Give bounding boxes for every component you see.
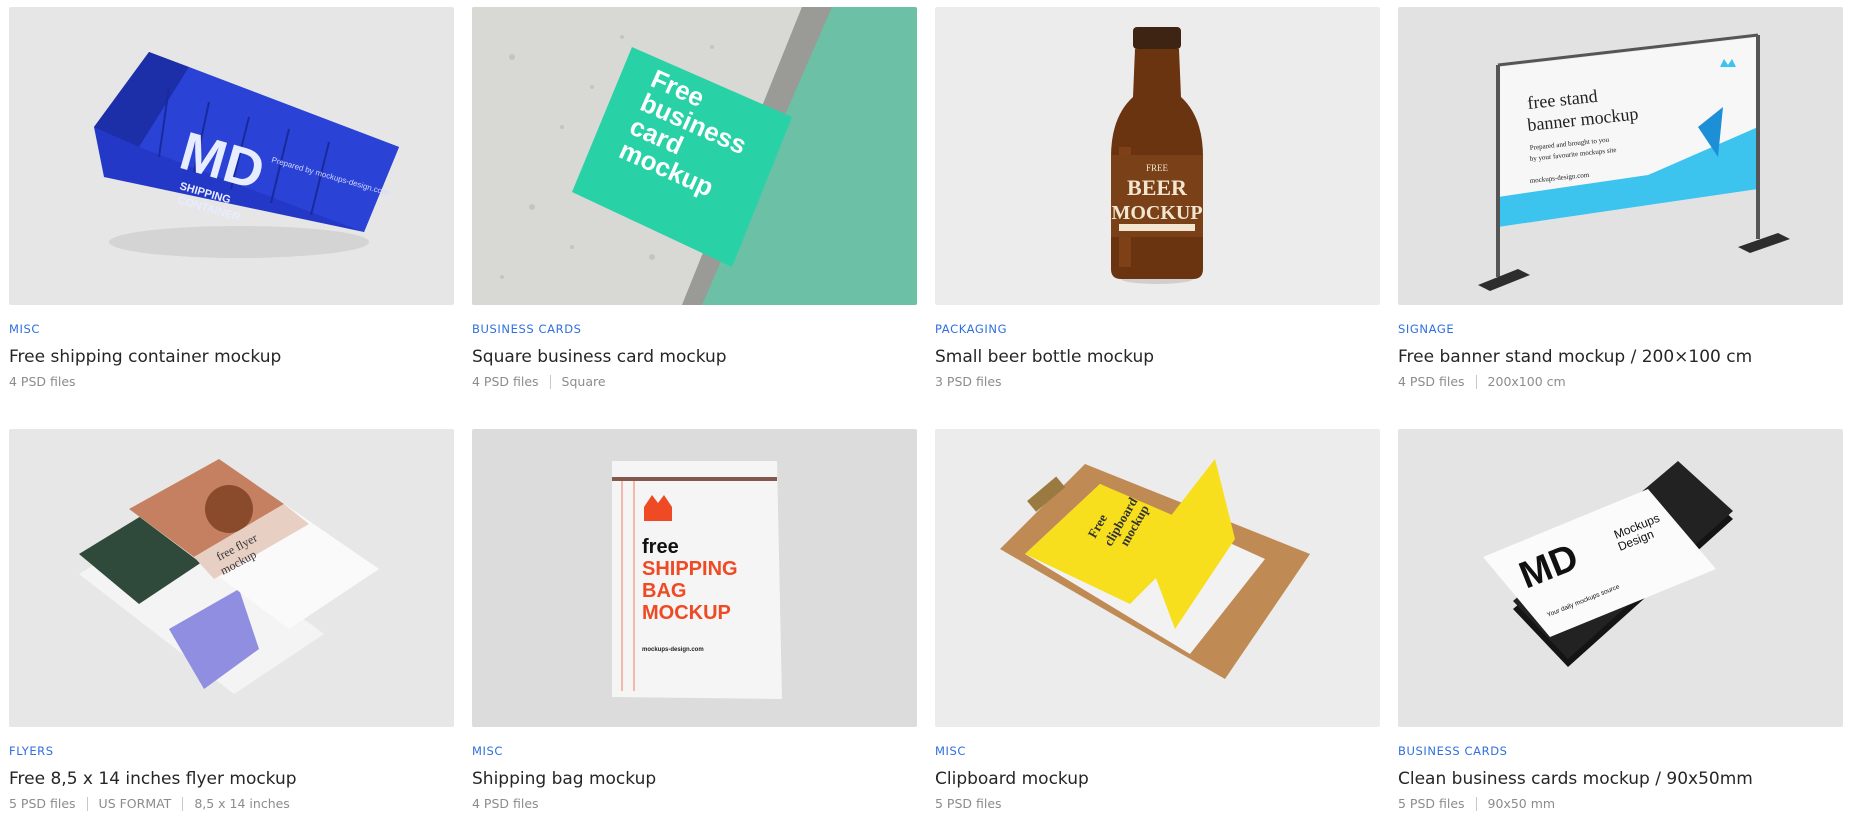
flyer-image: free flyer mockup [79,459,379,694]
meta-divider [549,375,551,389]
svg-text:BEER: BEER [1127,175,1188,200]
file-count: 4 PSD files [1398,374,1465,389]
meta-divider [86,797,88,811]
card-title[interactable]: Free shipping container mockup [9,346,454,368]
mockup-grid: MD SHIPPING CONTAINER Prepared by mockup… [9,7,1845,812]
mockup-card[interactable]: free SHIPPING BAG MOCKUP mockups-design.… [472,429,917,812]
mockup-card[interactable]: FREE BEER MOCKUP PACKAGING Small beer bo… [935,7,1380,390]
beer-bottle-image: FREE BEER MOCKUP [1111,27,1203,284]
meta-divider [1475,375,1477,389]
card-category[interactable]: BUSINESS CARDS [1398,744,1843,758]
card-thumbnail[interactable]: MD Mockups Design Your daily mockups sou… [1398,429,1843,727]
card-meta: 5 PSD files US FORMAT 8,5 x 14 inches [9,796,454,812]
meta-divider [182,797,184,811]
file-count: 4 PSD files [9,374,76,389]
mockup-card[interactable]: free stand banner mockup Prepared and br… [1398,7,1843,390]
svg-text:mockups-design.com: mockups-design.com [642,647,704,653]
card-title[interactable]: Clean business cards mockup / 90x50mm [1398,768,1843,790]
file-count: 3 PSD files [935,374,1002,389]
meta-tag: 90x50 mm [1487,796,1556,811]
svg-text:MOCKUP: MOCKUP [642,602,731,624]
card-meta: 5 PSD files [935,796,1380,812]
svg-text:MOCKUP: MOCKUP [1111,202,1202,224]
svg-text:SHIPPING: SHIPPING [642,558,738,580]
mockup-card[interactable]: free flyer mockup FLYERS Free 8,5 x 14 i… [9,429,454,812]
svg-text:free: free [642,536,679,558]
svg-text:BAG: BAG [642,580,686,602]
shipping-container-image: MD SHIPPING CONTAINER Prepared by mockup… [94,52,399,258]
mockup-card[interactable]: Free business card mockup BUSINESS CARDS… [472,7,917,390]
card-category[interactable]: SIGNAGE [1398,322,1843,336]
mockup-card[interactable]: Free clipboard mockup MISC Clipboard moc… [935,429,1380,812]
card-title[interactable]: Shipping bag mockup [472,768,917,790]
card-title[interactable]: Free 8,5 x 14 inches flyer mockup [9,768,454,790]
meta-tag: US FORMAT [98,796,172,811]
file-count: 5 PSD files [935,796,1002,811]
card-meta: 4 PSD files 200x100 cm [1398,374,1843,390]
file-count: 5 PSD files [1398,796,1465,811]
card-thumbnail[interactable]: Free clipboard mockup [935,429,1380,727]
card-meta: 4 PSD files [9,374,454,390]
shipping-bag-image: free SHIPPING BAG MOCKUP mockups-design.… [612,461,782,699]
card-thumbnail[interactable]: free flyer mockup [9,429,454,727]
clipboard-image: Free clipboard mockup [1000,459,1310,679]
meta-tag: Square [561,374,606,389]
card-title[interactable]: Small beer bottle mockup [935,346,1380,368]
card-meta: 4 PSD files [472,796,917,812]
file-count: 4 PSD files [472,796,539,811]
card-meta: 5 PSD files 90x50 mm [1398,796,1843,812]
card-category[interactable]: MISC [935,744,1380,758]
file-count: 5 PSD files [9,796,76,811]
mockup-card[interactable]: MD SHIPPING CONTAINER Prepared by mockup… [9,7,454,390]
card-title[interactable]: Free banner stand mockup / 200×100 cm [1398,346,1843,368]
card-category[interactable]: BUSINESS CARDS [472,322,917,336]
card-category[interactable]: PACKAGING [935,322,1380,336]
meta-tag: 200x100 cm [1487,374,1566,389]
business-card-image: Free business card mockup [472,7,917,305]
card-thumbnail[interactable]: free SHIPPING BAG MOCKUP mockups-design.… [472,429,917,727]
card-thumbnail[interactable]: Free business card mockup [472,7,917,305]
card-meta: 3 PSD files [935,374,1380,390]
card-title[interactable]: Clipboard mockup [935,768,1380,790]
card-category[interactable]: MISC [472,744,917,758]
meta-tag: 8,5 x 14 inches [194,796,290,811]
card-thumbnail[interactable]: FREE BEER MOCKUP [935,7,1380,305]
business-cards-image: MD Mockups Design Your daily mockups sou… [1483,461,1733,667]
card-category[interactable]: FLYERS [9,744,454,758]
mockup-card[interactable]: MD Mockups Design Your daily mockups sou… [1398,429,1843,812]
meta-divider [1475,797,1477,811]
svg-text:FREE: FREE [1146,163,1169,173]
card-thumbnail[interactable]: free stand banner mockup Prepared and br… [1398,7,1843,305]
card-meta: 4 PSD files Square [472,374,917,390]
banner-stand-image: free stand banner mockup Prepared and br… [1478,33,1790,291]
card-category[interactable]: MISC [9,322,454,336]
file-count: 4 PSD files [472,374,539,389]
card-thumbnail[interactable]: MD SHIPPING CONTAINER Prepared by mockup… [9,7,454,305]
card-title[interactable]: Square business card mockup [472,346,917,368]
